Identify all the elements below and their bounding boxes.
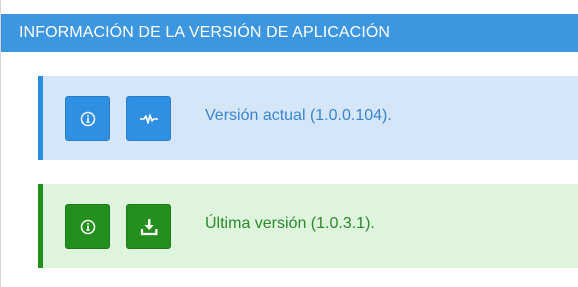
latest-version-download-button[interactable] xyxy=(126,204,171,249)
panel-title: INFORMACIÓN DE LA VERSIÓN DE APLICACIÓN xyxy=(1,14,578,52)
download-icon xyxy=(140,218,158,236)
info-circle-icon xyxy=(80,111,96,127)
current-version-alert: Versión actual (1.0.0.104). xyxy=(38,76,578,160)
info-circle-icon xyxy=(80,219,96,235)
version-info-panel: INFORMACIÓN DE LA VERSIÓN DE APLICACIÓN … xyxy=(0,0,578,287)
pulse-icon xyxy=(139,113,158,125)
latest-version-info-button[interactable] xyxy=(65,204,110,249)
current-version-info-button[interactable] xyxy=(65,96,110,141)
latest-version-text: Última versión (1.0.3.1). xyxy=(205,215,375,232)
latest-version-alert: Última versión (1.0.3.1). xyxy=(38,184,578,268)
current-version-activity-button[interactable] xyxy=(126,96,171,141)
current-version-text: Versión actual (1.0.0.104). xyxy=(205,107,392,124)
